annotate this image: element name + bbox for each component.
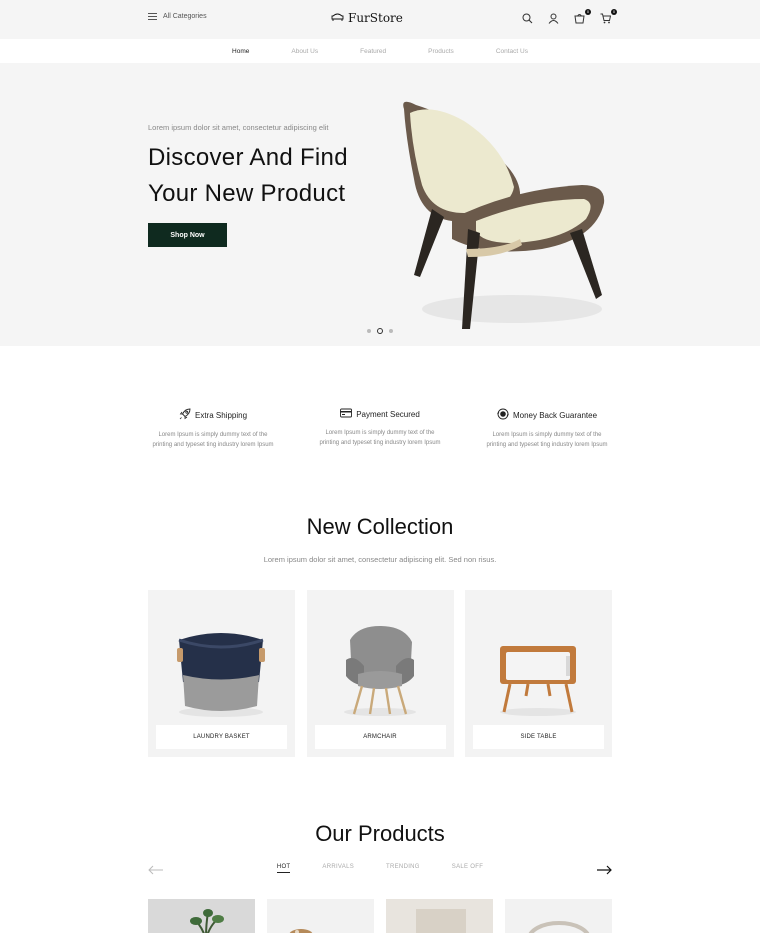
products-tab-bar: HOT ARRIVALS TRENDING SALE OFF xyxy=(148,862,612,876)
nav-contact-us[interactable]: Contact Us xyxy=(496,48,528,55)
nav-about-us[interactable]: About Us xyxy=(291,48,318,55)
feature-title: Money Back Guarantee xyxy=(512,410,598,420)
cart-icon[interactable]: 0 xyxy=(600,9,617,25)
feature-description-line-1: Lorem Ipsum is simply dummy text of the xyxy=(158,432,268,438)
product-card-decor[interactable] xyxy=(267,899,374,933)
hamburger-menu-icon xyxy=(148,13,157,20)
feature-title: Extra Shipping xyxy=(194,410,248,420)
collection-card-laundry-basket[interactable]: LAUNDRY BASKET xyxy=(148,590,295,757)
slider-dot-2[interactable] xyxy=(377,328,383,334)
money-back-icon xyxy=(497,408,509,422)
mirror-image xyxy=(528,921,590,933)
brand-logo[interactable]: FurStore xyxy=(331,11,403,25)
lounge-chair-image xyxy=(403,101,605,329)
shop-now-button[interactable]: Shop Now xyxy=(148,223,227,247)
feature-extra-shipping: Extra Shipping Lorem Ipsum is simply dum… xyxy=(130,408,296,450)
armchair-image xyxy=(343,626,416,716)
feature-heading: Payment Secured xyxy=(297,408,463,420)
feature-money-back: Money Back Guarantee Lorem Ipsum is simp… xyxy=(464,408,630,450)
main-nav: Home About Us Featured Products Contact … xyxy=(0,39,760,63)
bag-count-badge: 0 xyxy=(585,9,591,15)
side-table-image xyxy=(500,646,576,716)
all-categories-label: All Categories xyxy=(163,13,207,20)
hero-subtitle: Lorem ipsum dolor sit amet, consectetur … xyxy=(148,123,329,132)
nav-home[interactable]: Home xyxy=(232,48,249,55)
feature-heading: Money Back Guarantee xyxy=(464,408,630,422)
product-tabs: HOT ARRIVALS TRENDING SALE OFF xyxy=(148,864,612,873)
hero-title: Discover And Find Your New Product xyxy=(148,140,408,212)
brand-name: FurStore xyxy=(348,11,403,25)
decor-item-image xyxy=(289,929,313,933)
product-card-plant[interactable] xyxy=(148,899,255,933)
hero-banner: Lorem ipsum dolor sit amet, consectetur … xyxy=(0,63,760,346)
search-icon[interactable] xyxy=(522,13,534,25)
feature-description-line-1: Lorem Ipsum is simply dummy text of the xyxy=(492,432,602,438)
collection-card-label: LAUNDRY BASKET xyxy=(156,725,287,749)
tab-sale-off[interactable]: SALE OFF xyxy=(452,864,483,873)
product-card-mirror[interactable] xyxy=(505,899,612,933)
slider-dot-1[interactable] xyxy=(367,329,371,333)
sofa-logo-icon xyxy=(331,11,344,25)
new-collection-title: New Collection xyxy=(306,514,454,539)
rocket-icon xyxy=(179,408,191,422)
collection-grid: LAUNDRY BASKET ARMCHAIR SIDE TABLE xyxy=(148,590,612,757)
feature-description: Lorem Ipsum is simply dummy text of the … xyxy=(464,430,630,450)
plant-image xyxy=(190,909,224,933)
our-products-title: Our Products xyxy=(315,821,445,846)
user-icon[interactable] xyxy=(548,13,560,25)
hero-title-line-1: Discover And Find xyxy=(148,144,348,171)
hero-title-line-2: Your New Product xyxy=(148,180,346,207)
features-row: Extra Shipping Lorem Ipsum is simply dum… xyxy=(130,408,630,450)
laundry-basket-image xyxy=(177,633,265,717)
all-categories-button[interactable]: All Categories xyxy=(148,13,207,20)
new-collection-subtitle: Lorem ipsum dolor sit amet, consectetur … xyxy=(263,555,497,564)
header-actions: 0 0 xyxy=(522,9,617,25)
feature-description: Lorem Ipsum is simply dummy text of the … xyxy=(297,428,463,448)
arrow-right-icon[interactable] xyxy=(596,862,612,880)
collection-card-armchair[interactable]: ARMCHAIR xyxy=(306,590,454,757)
card-icon xyxy=(340,408,353,420)
nav-featured[interactable]: Featured xyxy=(360,48,386,55)
nav-products[interactable]: Products xyxy=(428,48,454,55)
cart-count-badge: 0 xyxy=(611,9,617,15)
hero-slider-dots xyxy=(367,328,393,334)
feature-payment-secured: Payment Secured Lorem Ipsum is simply du… xyxy=(297,408,463,450)
feature-description-line-1: Lorem Ipsum is simply dummy text of the xyxy=(325,430,435,436)
shopping-bag-icon[interactable]: 0 xyxy=(574,9,591,25)
lamp-image xyxy=(416,909,466,933)
tab-arrivals[interactable]: ARRIVALS xyxy=(322,864,354,873)
feature-description: Lorem Ipsum is simply dummy text of the … xyxy=(130,430,296,450)
tab-hot[interactable]: HOT xyxy=(276,864,291,873)
collection-card-side-table[interactable]: SIDE TABLE xyxy=(465,590,612,757)
feature-title: Payment Secured xyxy=(356,409,420,419)
product-grid xyxy=(148,899,612,933)
product-card-lamp[interactable] xyxy=(386,899,493,933)
collection-card-label: SIDE TABLE xyxy=(473,725,604,749)
feature-description-line-2: printing and typeset ting industry lorem… xyxy=(152,442,274,448)
feature-description-line-2: printing and typeset ting industry lorem… xyxy=(486,442,608,448)
collection-card-label: ARMCHAIR xyxy=(314,725,446,749)
feature-description-line-2: printing and typeset ting industry lorem… xyxy=(319,440,441,446)
tab-trending[interactable]: TRENDING xyxy=(386,864,420,873)
slider-dot-3[interactable] xyxy=(389,329,393,333)
feature-heading: Extra Shipping xyxy=(130,408,296,422)
top-header: All Categories FurStore 0 0 xyxy=(0,0,760,39)
